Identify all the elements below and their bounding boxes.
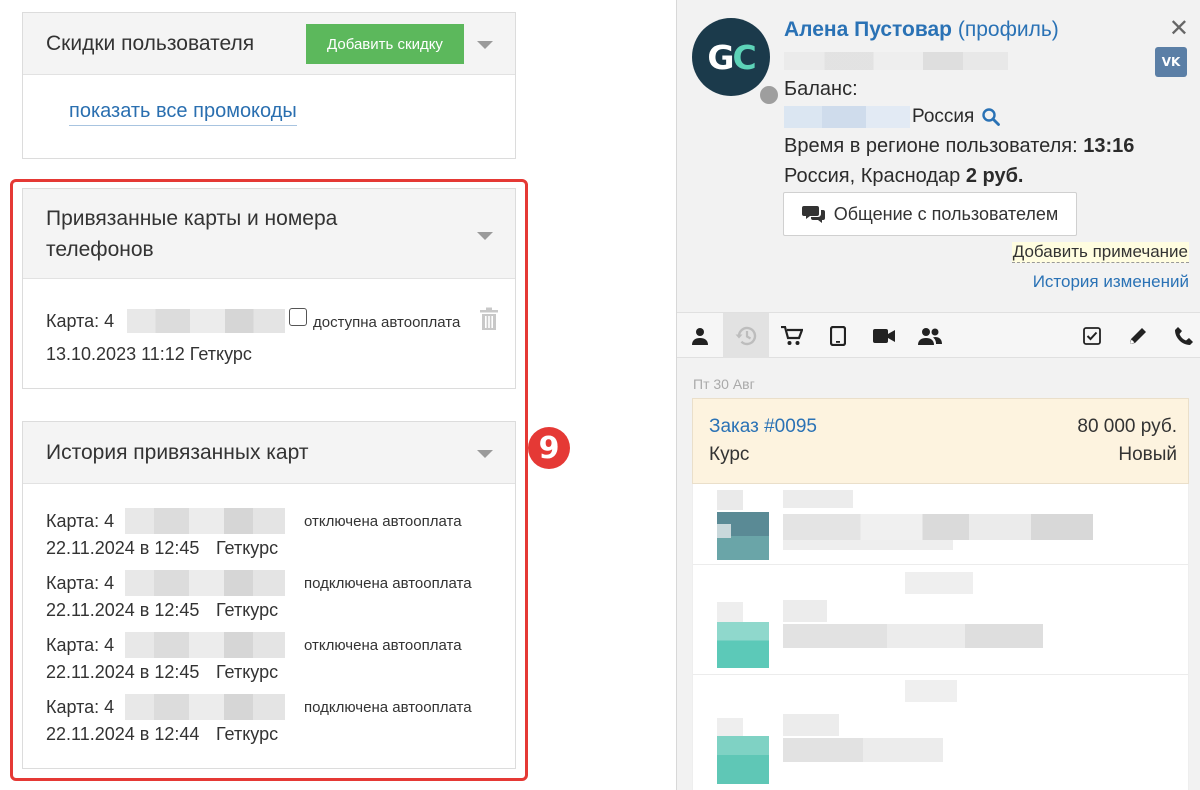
tablet-icon bbox=[830, 325, 846, 346]
history-source: Геткурс bbox=[216, 662, 279, 682]
balance-label: Баланс: bbox=[784, 78, 858, 100]
order-card[interactable]: Заказ #0095 80 000 руб. Курс Новый bbox=[692, 398, 1189, 484]
user-tabs-toolbar bbox=[677, 312, 1200, 358]
region-time-label: Время в регионе пользователя: bbox=[784, 135, 1078, 157]
tab-notes[interactable] bbox=[1115, 313, 1161, 358]
redacted-card-number bbox=[125, 632, 285, 658]
video-icon bbox=[873, 328, 895, 343]
activity-feed bbox=[692, 484, 1189, 790]
chat-with-user-button[interactable]: Общение с пользователем bbox=[783, 192, 1077, 236]
history-date: 22.11.2024 в 12:45 bbox=[46, 600, 200, 620]
redacted-phone bbox=[784, 106, 910, 128]
history-card-label: Карта: 4 bbox=[46, 573, 115, 593]
chevron-down-icon[interactable] bbox=[477, 41, 493, 49]
checkbox-icon bbox=[1083, 326, 1101, 345]
history-card-label: Карта: 4 bbox=[46, 511, 115, 531]
show-all-promocodes-link[interactable]: показать все промокоды bbox=[69, 100, 297, 126]
user-discounts-header[interactable]: Скидки пользователя Добавить скидку bbox=[23, 13, 515, 75]
chevron-down-icon[interactable] bbox=[477, 232, 493, 240]
phone-icon bbox=[1175, 326, 1193, 345]
profile-link[interactable]: (профиль) bbox=[958, 18, 1059, 41]
location-price: 2 руб. bbox=[965, 165, 1024, 187]
history-date: 22.11.2024 в 12:44 bbox=[46, 724, 200, 744]
tab-device[interactable] bbox=[815, 313, 861, 358]
card-linked-date: 13.10.2023 11:12 Геткурс bbox=[46, 344, 252, 364]
history-icon bbox=[735, 326, 757, 345]
history-status: отключена автооплата bbox=[304, 637, 462, 654]
history-source: Геткурс bbox=[216, 538, 279, 558]
card-history-header[interactable]: История привязанных карт bbox=[23, 422, 515, 484]
history-status: подключена автооплата bbox=[304, 575, 472, 592]
trash-icon[interactable] bbox=[479, 307, 499, 331]
history-date: 22.11.2024 в 12:45 bbox=[46, 662, 200, 682]
order-title-link[interactable]: Заказ #0095 bbox=[709, 416, 817, 438]
add-discount-button[interactable]: Добавить скидку bbox=[306, 24, 464, 64]
avatar-initial-g: G bbox=[707, 37, 734, 77]
history-source: Геткурс bbox=[216, 724, 279, 744]
change-history-link[interactable]: История изменений bbox=[1033, 272, 1189, 292]
country-label: Россия bbox=[912, 106, 975, 127]
chevron-down-icon[interactable] bbox=[477, 450, 493, 458]
order-type: Курс bbox=[709, 444, 750, 465]
pencil-icon bbox=[1130, 327, 1146, 344]
redacted-card-number bbox=[125, 508, 285, 534]
history-status: отключена автооплата bbox=[304, 513, 462, 530]
linked-cards-title: Привязанные карты и номера телефонов bbox=[46, 207, 338, 261]
group-icon bbox=[918, 327, 942, 345]
add-note-link[interactable]: Добавить примечание bbox=[1011, 242, 1189, 263]
user-name-line: Алена Пустовар (профиль) bbox=[784, 18, 1059, 42]
tab-orders[interactable] bbox=[769, 313, 815, 358]
history-date: 22.11.2024 в 12:45 bbox=[46, 538, 200, 558]
linked-cards-panel: Привязанные карты и номера телефонов Кар… bbox=[22, 188, 516, 389]
chat-icon bbox=[801, 206, 825, 223]
search-icon[interactable] bbox=[981, 107, 1001, 127]
redacted-email bbox=[784, 52, 1008, 70]
card-history-title: История привязанных карт bbox=[46, 441, 309, 464]
autopay-label: доступна автооплата bbox=[313, 314, 461, 331]
linked-cards-header[interactable]: Привязанные карты и номера телефонов bbox=[23, 189, 515, 279]
avatar[interactable]: GC bbox=[692, 18, 770, 96]
user-name-link[interactable]: Алена Пустовар bbox=[784, 18, 952, 41]
location-line: Россия, Краснодар 2 руб. bbox=[784, 165, 1023, 188]
cart-icon bbox=[781, 325, 803, 345]
region-time-value: 13:16 bbox=[1083, 135, 1135, 157]
history-status: подключена автооплата bbox=[304, 699, 472, 716]
tab-tasks[interactable] bbox=[1069, 313, 1115, 358]
feed-date-label: Пт 30 Авг bbox=[693, 376, 755, 392]
vk-icon[interactable]: VK bbox=[1155, 47, 1187, 77]
tab-groups[interactable] bbox=[907, 313, 953, 358]
chat-button-label: Общение с пользователем bbox=[833, 203, 1059, 224]
region-time-line: Время в регионе пользователя: 13:16 bbox=[784, 135, 1134, 158]
redacted-card-number bbox=[125, 570, 285, 596]
tab-profile[interactable] bbox=[677, 313, 723, 358]
history-source: Геткурс bbox=[216, 600, 279, 620]
card-number-label: Карта: 4 bbox=[46, 311, 115, 331]
history-card-label: Карта: 4 bbox=[46, 635, 115, 655]
user-discounts-title: Скидки пользователя bbox=[46, 32, 255, 55]
tab-webinars[interactable] bbox=[861, 313, 907, 358]
tab-calls[interactable] bbox=[1161, 313, 1200, 358]
location-label: Россия, Краснодар bbox=[784, 165, 961, 187]
avatar-initial-c: C bbox=[732, 37, 756, 77]
user-sidebar: GC Алена Пустовар (профиль) ✕ VK Баланс:… bbox=[676, 0, 1200, 790]
tab-history[interactable] bbox=[723, 313, 769, 358]
redacted-card-number bbox=[125, 694, 285, 720]
autopay-checkbox[interactable] bbox=[289, 308, 307, 326]
user-discounts-panel: Скидки пользователя Добавить скидку пока… bbox=[22, 12, 516, 159]
redacted-card-number bbox=[127, 309, 285, 333]
order-amount: 80 000 руб. bbox=[1077, 416, 1177, 437]
order-status: Новый bbox=[1118, 444, 1177, 465]
close-icon[interactable]: ✕ bbox=[1169, 14, 1189, 42]
card-history-panel: История привязанных карт Карта: 4 отключ… bbox=[22, 421, 516, 769]
history-card-label: Карта: 4 bbox=[46, 697, 115, 717]
annotation-badge: 9 bbox=[528, 427, 570, 469]
online-status-dot bbox=[758, 84, 780, 106]
user-icon bbox=[692, 327, 708, 345]
